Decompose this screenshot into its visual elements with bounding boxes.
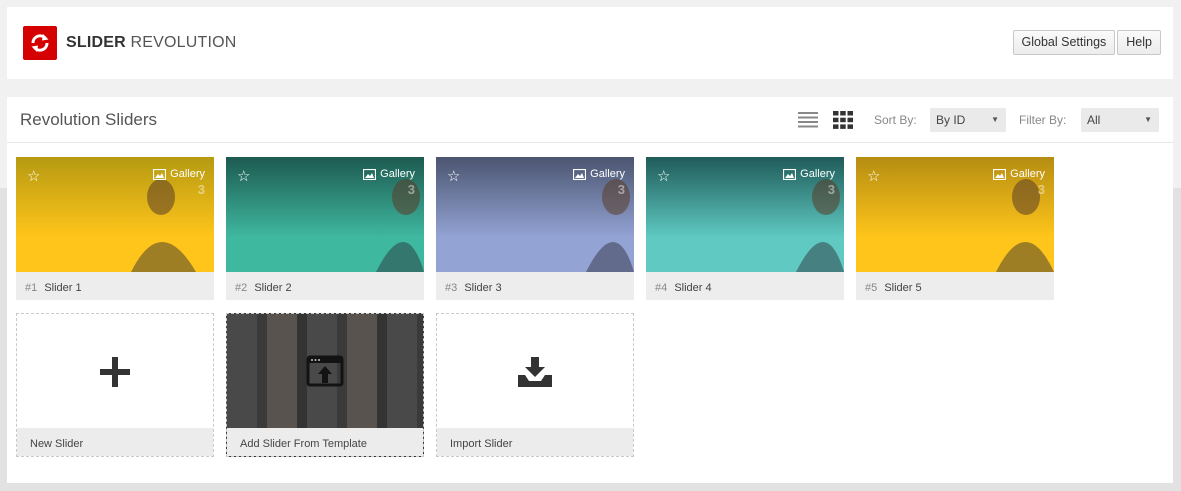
filter-caret-icon: ▼ [1144,115,1152,124]
slider-caption[interactable]: #1 Slider 1 [16,272,214,300]
slider-thumbnail[interactable]: ☆ Gallery 3 [16,157,214,272]
slider-card[interactable]: ☆ Gallery 3 #1 Slider 1 [16,157,214,300]
slider-caption[interactable]: #2 Slider 2 [226,272,424,300]
favorite-star-icon[interactable]: ☆ [237,167,250,185]
logo-light: REVOLUTION [130,34,237,51]
slider-name: Slider 1 [44,282,82,294]
slider-type: Gallery [590,168,625,180]
logo-bold: SLIDER [66,34,126,51]
image-icon [153,168,167,180]
slider-caption[interactable]: #5 Slider 5 [856,272,1054,300]
slider-card[interactable]: ☆ Gallery 3 #2 Slider 2 [226,157,424,300]
slide-count: 3 [407,182,415,197]
slider-name: Slider 5 [884,282,922,294]
gallery-badge: Gallery [993,168,1045,180]
favorite-star-icon[interactable]: ☆ [27,167,40,185]
import-download-icon [518,357,552,387]
favorite-star-icon[interactable]: ☆ [657,167,670,185]
slider-name: Slider 3 [464,282,502,294]
sort-by-select[interactable]: By ID ▼ [930,108,1006,132]
add-from-template-card[interactable]: Add Slider From Template [226,313,424,457]
slider-caption[interactable]: #3 Slider 3 [436,272,634,300]
gallery-badge: Gallery [363,168,415,180]
help-button[interactable]: Help [1117,30,1161,55]
filter-by-select[interactable]: All ▼ [1081,108,1159,132]
filter-by-value: All [1087,113,1101,127]
gallery-badge: Gallery [783,168,835,180]
sort-caret-icon: ▼ [991,115,999,124]
image-icon [363,168,377,180]
new-slider-label: New Slider [17,428,213,456]
gallery-badge: Gallery [573,168,625,180]
slider-card[interactable]: ☆ Gallery 3 #3 Slider 3 [436,157,634,300]
slider-id: #2 [235,282,248,294]
import-slider-label: Import Slider [437,428,633,456]
slider-thumbnail[interactable]: ☆ Gallery 3 [226,157,424,272]
image-icon [993,168,1007,180]
template-upload-icon [306,355,344,387]
slider-thumbnail[interactable]: ☆ Gallery 3 [436,157,634,272]
slider-id: #4 [655,282,668,294]
panel-toolbar: Revolution Sliders Sort By: By ID ▼ Filt… [7,97,1173,143]
slider-name: Slider 4 [674,282,712,294]
sort-by-label: Sort By: [874,113,917,127]
filter-by-label: Filter By: [1019,113,1067,127]
add-from-template-label: Add Slider From Template [227,428,423,456]
slider-type: Gallery [170,168,205,180]
slider-type: Gallery [800,168,835,180]
new-slider-card[interactable]: New Slider [16,313,214,457]
top-header: SLIDER REVOLUTION Global Settings Help [7,7,1173,79]
slide-count: 3 [617,182,625,197]
slide-count: 3 [197,182,205,197]
list-view-icon[interactable] [798,112,818,128]
image-icon [573,168,587,180]
header-buttons: Global Settings Help [1012,30,1161,55]
slide-count: 3 [827,182,835,197]
gallery-badge: Gallery [153,168,205,180]
slider-type: Gallery [380,168,415,180]
slider-thumbnail[interactable]: ☆ Gallery 3 [646,157,844,272]
favorite-star-icon[interactable]: ☆ [867,167,880,185]
grid-view-icon[interactable] [833,111,853,129]
slider-id: #3 [445,282,458,294]
app-logo-text: SLIDER REVOLUTION [66,34,237,52]
slider-id: #5 [865,282,878,294]
favorite-star-icon[interactable]: ☆ [447,167,460,185]
plus-icon [100,357,130,387]
slide-count: 3 [1037,182,1045,197]
slider-type: Gallery [1010,168,1045,180]
global-settings-button[interactable]: Global Settings [1012,30,1116,55]
slider-revolution-logo-icon [23,26,57,60]
import-slider-card[interactable]: Import Slider [436,313,634,457]
panel-title: Revolution Sliders [20,110,158,129]
slider-card[interactable]: ☆ Gallery 3 #4 Slider 4 [646,157,844,300]
slider-name: Slider 2 [254,282,292,294]
slider-thumbnail[interactable]: ☆ Gallery 3 [856,157,1054,272]
slider-id: #1 [25,282,38,294]
sort-by-value: By ID [936,113,966,127]
image-icon [783,168,797,180]
slider-caption[interactable]: #4 Slider 4 [646,272,844,300]
slider-card[interactable]: ☆ Gallery 3 #5 Slider 5 [856,157,1054,300]
